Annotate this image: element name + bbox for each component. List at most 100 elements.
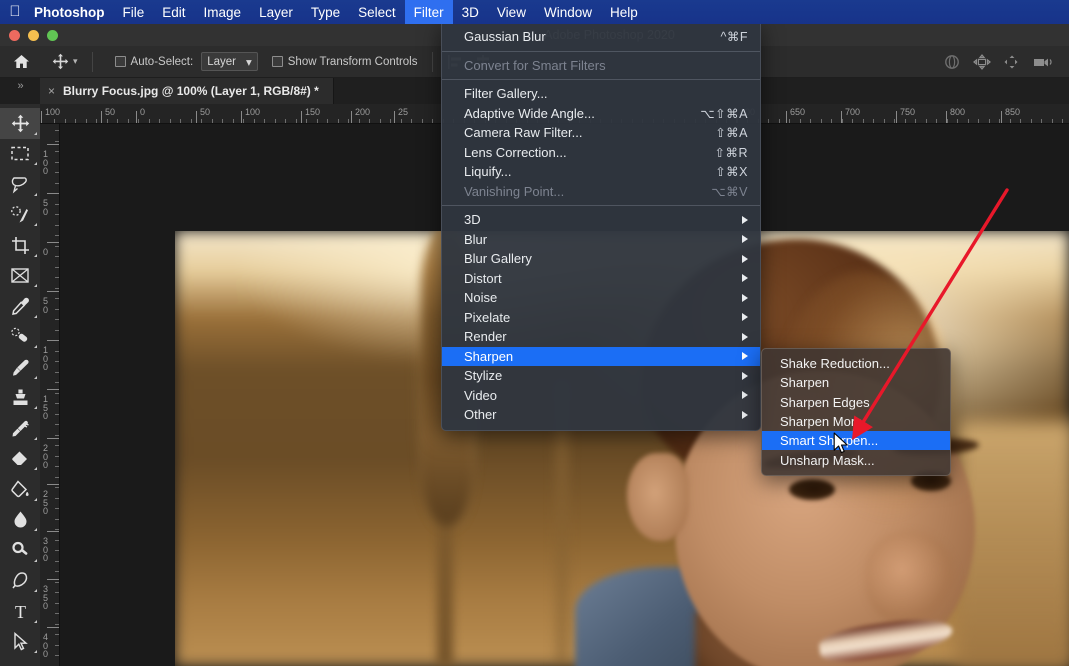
menubar-item-window[interactable]: Window [535,0,601,24]
path-selection-tool[interactable] [0,627,40,658]
expand-panels-icon[interactable]: » [0,78,40,104]
ruler-label: 200 [42,443,48,470]
menu-item-shortcut: ⌥⇧⌘A [700,106,748,121]
active-tool-preset[interactable]: ▾ [42,53,84,70]
auto-select-checkbox[interactable] [114,56,126,67]
menu-item-shortcut: ⇧⌘R [714,145,748,160]
ruler-major-tick [47,579,59,580]
lasso-tool[interactable] [0,169,40,200]
auto-select-group[interactable]: Auto-Select: Layer ▾ [114,52,258,71]
menu-item-noise[interactable]: Noise [442,288,760,308]
menu-item-lens-correction[interactable]: Lens Correction... ⇧⌘R [442,143,760,163]
chevron-down-icon[interactable]: ▾ [73,56,78,67]
submenu-item-unsharp-mask[interactable]: Unsharp Mask... [762,450,950,469]
submenu-item-shake-reduction[interactable]: Shake Reduction... [762,354,950,373]
vertical-ruler[interactable]: 100 50 0 50 100 150 200 250 300 350 400 [40,124,60,666]
menu-item-liquify[interactable]: Liquify... ⇧⌘X [442,162,760,182]
menubar-item-file[interactable]: File [114,0,154,24]
show-transform-group[interactable]: Show Transform Controls [271,55,418,68]
layer-scope-select[interactable]: Layer ▾ [201,52,258,71]
menu-item-pixelate[interactable]: Pixelate [442,308,760,328]
menu-item-blur[interactable]: Blur [442,230,760,250]
ruler-major-tick [47,242,59,243]
ruler-tick [55,266,59,268]
menu-item-label: Adaptive Wide Angle... [464,105,595,121]
rectangle-tool[interactable] [0,657,40,666]
menu-item-other[interactable]: Other [442,405,760,425]
menubar-item-photoshop[interactable]: Photoshop [30,0,114,24]
submenu-item-smart-sharpen[interactable]: Smart Sharpen... [762,431,950,451]
dodge-tool[interactable] [0,535,40,566]
menu-item-distort[interactable]: Distort [442,269,760,289]
submenu-arrow-icon [742,313,748,322]
menubar-item-view[interactable]: View [488,0,535,24]
menubar-item-select[interactable]: Select [349,0,405,24]
menubar-item-layer[interactable]: Layer [250,0,302,24]
sharpen-submenu[interactable]: Shake Reduction... Sharpen Sharpen Edges… [761,348,951,476]
menu-item-label: Liquify... [464,164,512,180]
history-brush-tool[interactable] [0,413,40,444]
quick-selection-icon [11,206,28,223]
tools-panel: T [0,104,40,666]
paint-bucket-icon [10,480,29,497]
eyedropper-tool[interactable] [0,291,40,322]
ruler-tick [55,287,59,289]
minimize-window-button[interactable] [28,29,39,41]
menubar-item-edit[interactable]: Edit [153,0,194,24]
menubar-item-filter[interactable]: Filter [404,0,453,24]
show-transform-checkbox[interactable] [271,56,283,67]
ruler-tick [264,119,265,123]
menu-item-stylize[interactable]: Stylize [442,366,760,386]
menubar-item-image[interactable]: Image [195,0,251,24]
maximize-window-button[interactable] [47,29,58,41]
show-transform-label: Show Transform Controls [287,55,418,68]
quick-selection-tool[interactable] [0,200,40,231]
document-tab-title: Blurry Focus.jpg @ 100% (Layer 1, RGB/8#… [63,84,319,98]
rectangular-marquee-tool[interactable] [0,139,40,170]
lasso-icon [11,176,27,194]
ruler-tick [358,119,360,123]
menu-item-filter-gallery[interactable]: Filter Gallery... [442,84,760,104]
brush-tool[interactable] [0,352,40,383]
menu-item-sharpen[interactable]: Sharpen [442,346,760,366]
ruler-tick [999,119,1000,123]
clone-stamp-tool[interactable] [0,383,40,414]
ruler-tick [55,277,59,278]
document-tab[interactable]: × Blurry Focus.jpg @ 100% (Layer 1, RGB/… [40,78,334,104]
frame-tool[interactable] [0,261,40,292]
menu-item-gaussian-blur[interactable]: Gaussian Blur ^⌘F [442,27,760,47]
menubar-item-type[interactable]: Type [302,0,349,24]
ruler-label: 250 [42,489,48,516]
close-icon[interactable]: × [48,85,55,97]
submenu-item-sharpen-edges[interactable]: Sharpen Edges [762,393,950,412]
menu-item-video[interactable]: Video [442,386,760,406]
submenu-item-sharpen-more[interactable]: Sharpen More [762,412,950,431]
filter-dropdown-menu[interactable]: Gaussian Blur ^⌘F Convert for Smart Filt… [441,22,761,431]
menu-item-render[interactable]: Render [442,327,760,347]
ruler-tick [789,119,790,123]
submenu-item-label: Sharpen More [780,414,863,430]
menu-item-adaptive-wide-angle[interactable]: Adaptive Wide Angle... ⌥⇧⌘A [442,104,760,124]
gradient-tool[interactable] [0,474,40,505]
close-window-button[interactable] [9,29,20,41]
menu-item-blur-gallery[interactable]: Blur Gallery [442,249,760,269]
menubar-item-3d[interactable]: 3D [453,0,488,24]
crop-tool[interactable] [0,230,40,261]
apple-logo-icon[interactable]:  [0,4,30,21]
ruler-major-tick [47,193,59,194]
type-tool[interactable]: T [0,596,40,627]
menu-item-3d[interactable]: 3D [442,210,760,230]
menubar-item-help[interactable]: Help [601,0,647,24]
move-tool[interactable] [0,108,40,139]
ruler-major-tick [946,111,947,123]
menu-item-camera-raw-filter[interactable]: Camera Raw Filter... ⇧⌘A [442,123,760,143]
submenu-item-sharpen[interactable]: Sharpen [762,373,950,392]
ruler-tick [159,119,160,123]
spot-healing-brush-tool[interactable] [0,322,40,353]
eraser-tool[interactable] [0,444,40,475]
home-icon[interactable] [0,54,42,69]
ruler-tick [55,539,59,541]
ruler-tick [55,245,59,247]
pen-tool[interactable] [0,566,40,597]
blur-tool[interactable] [0,505,40,536]
